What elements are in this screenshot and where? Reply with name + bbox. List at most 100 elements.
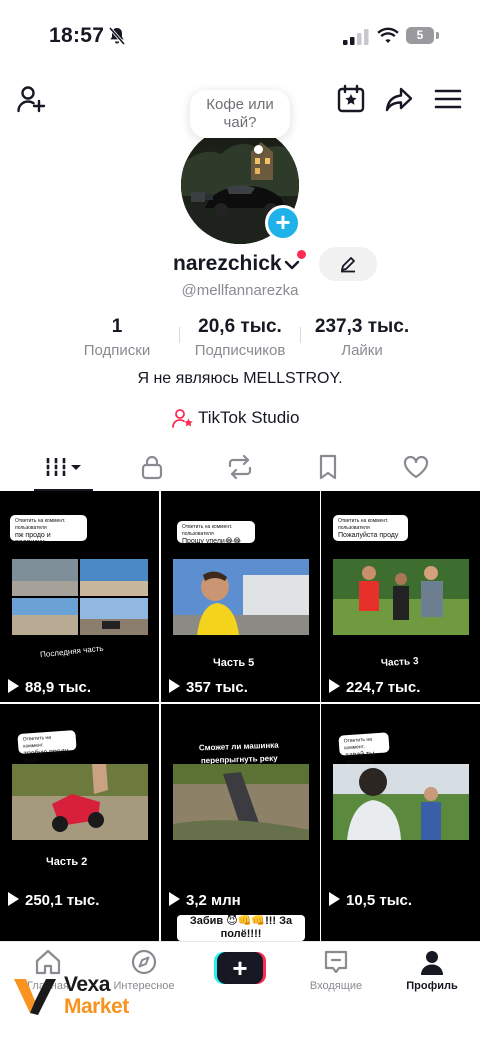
stat-likes-label: Лайки [341,342,383,359]
tiktok-studio-label: TikTok Studio [198,408,300,427]
video-frame-image [173,559,309,635]
share-profile-button[interactable] [384,84,414,114]
repost-icon [228,454,252,480]
video-thumbnail-peek[interactable] [321,913,480,941]
video-overlay-text: Часть 5 [213,657,255,669]
video-thumbnail-peek[interactable] [0,913,159,941]
video-views-count: 88,9 тыс. [25,679,92,696]
video-views: 357 тыс. [169,679,248,696]
nav-inbox[interactable]: Входящие [288,942,384,1012]
comment-reply-box: Ответить на коммент. требую проду брат [17,730,77,765]
watermark-line1: Vexa [64,973,110,996]
video-thumbnail[interactable]: Ответить на коммент. пользователя пж про… [0,491,159,702]
video-frame-image [333,764,469,840]
video-views-count: 357 тыс. [186,679,248,696]
username[interactable]: narezchick [173,252,282,276]
profile-icon [421,951,443,975]
person-star-icon [172,409,193,428]
play-icon [169,892,180,906]
comment-reply-header: Ответить на коммент. пользователя [338,518,389,531]
create-video-button[interactable]: + [214,952,266,984]
stat-followers[interactable]: 20,6 тыс. Подписчиков [180,316,300,359]
chevron-down-icon[interactable] [283,256,301,274]
video-frame-image [12,559,148,635]
add-friend-button[interactable] [16,84,46,114]
play-icon [8,892,19,906]
stat-likes[interactable]: 237,3 тыс. Лайки [300,316,424,359]
stat-followers-label: Подписчиков [194,342,286,359]
menu-icon [434,89,462,109]
video-frame-image [333,559,469,635]
play-icon [8,679,19,693]
status-bar: 18:57 5 [0,0,480,70]
stat-likes-value: 237,3 тыс. [314,316,410,337]
nav-profile[interactable]: Профиль [384,942,480,1012]
calendar-button[interactable] [336,84,366,114]
video-views-count: 224,7 тыс. [346,679,421,696]
battery-tip [436,32,439,39]
video-thumbnail[interactable]: Ответить на коммент. давай ты прыгнеш 10… [321,704,480,915]
video-thumbnail-peek[interactable]: Забив 😈👊👊!!! За полё!!!! [161,913,320,941]
play-icon [329,892,340,906]
comment-reply-box: Ответить на коммент. пользователя Прошу … [177,521,255,545]
play-icon [329,679,340,693]
share-icon [385,87,413,112]
comment-reply-text: Прошу упели😂😂 [182,538,242,545]
comment-reply-box: Ответить на коммент. пользователя пж про… [10,515,87,546]
note-tail-dot [254,145,263,154]
play-icon [169,679,180,693]
video-frame-image [173,764,309,840]
tab-private[interactable] [104,445,200,491]
video-peek-caption: Забив 😈👊👊!!! За полё!!!! [177,915,305,941]
vexa-logo-icon [14,979,56,1015]
calendar-star-icon [337,84,365,113]
add-story-button[interactable]: + [265,205,301,241]
stat-following-value: 1 [111,316,123,337]
tab-saved[interactable] [280,445,376,491]
plus-icon: + [217,952,263,984]
lock-icon [141,455,163,480]
bookmark-icon [319,454,337,480]
stat-following-label: Подписки [83,342,151,359]
nav-inbox-label: Входящие [309,980,363,992]
video-grid: Ответить на коммент. пользователя пж про… [0,491,480,941]
heart-icon [403,455,429,479]
video-views: 3,2 млн [169,892,241,909]
video-views-count: 3,2 млн [186,892,241,909]
bell-off-icon [108,26,126,46]
video-overlay-text: Часть 3 [380,656,419,669]
status-time: 18:57 [49,24,105,47]
video-thumbnail[interactable]: Ответить на коммент. пользователя Пожалу… [321,491,480,702]
tab-liked[interactable] [368,445,464,491]
video-overlay-text: Часть 2 [46,856,88,868]
pencil-icon [341,257,355,273]
vexa-market-watermark: Vexa Market [12,971,162,1021]
video-frame-image [12,764,148,840]
comment-reply-header: Ответить на коммент. пользователя [15,518,66,531]
stat-following[interactable]: 1 Подписки [72,316,162,359]
video-views: 88,9 тыс. [8,679,91,696]
tab-videos[interactable] [0,445,96,491]
video-overlay-text: Последняя часть [39,643,104,660]
video-views-count: 250,1 тыс. [25,892,100,909]
edit-profile-button[interactable] [319,247,377,281]
wifi-icon [377,27,399,43]
video-thumbnail[interactable]: Ответить на коммент. пользователя Прошу … [161,491,320,702]
video-views: 224,7 тыс. [329,679,420,696]
comment-reply-text: Пожалуйста проду [338,532,399,539]
profile-note-text: Кофе или чай? [206,96,274,131]
video-thumbnail[interactable]: Ответить на коммент. требую проду брат Ч… [0,704,159,915]
video-thumbnail[interactable]: Сможет ли машинка перепрыгнуть реку 3,2 … [161,704,320,915]
video-views: 10,5 тыс. [329,892,412,909]
comment-reply-box: Ответить на коммент. пользователя Пожалу… [333,515,408,541]
menu-button[interactable] [433,84,463,114]
profile-note-bubble[interactable]: Кофе или чай? [190,90,290,138]
videos-grid-icon [46,458,81,476]
battery-indicator: 5 [406,27,434,44]
user-handle: @mellfannarezka [181,282,299,299]
comment-reply-text: требую проду брат [23,747,69,765]
add-friend-icon [17,86,46,113]
signal-icon [343,29,369,45]
nav-profile-label: Профиль [406,980,458,992]
tab-reposts[interactable] [192,445,288,491]
